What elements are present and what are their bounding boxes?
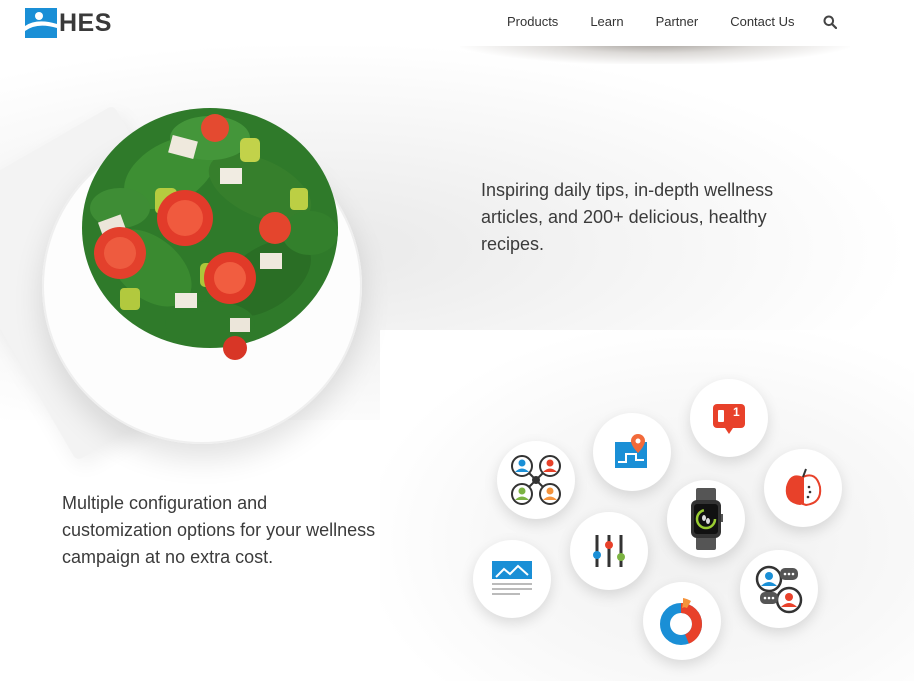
nav-partner[interactable]: Partner — [656, 14, 699, 29]
team-network-icon — [511, 455, 561, 505]
apple-circle — [764, 449, 842, 527]
apple-icon — [785, 468, 822, 507]
smartwatch-circle — [667, 480, 745, 558]
donut-chart-circle — [643, 582, 721, 660]
article-circle — [473, 540, 551, 618]
main-nav: Products Learn Partner Contact Us — [507, 14, 837, 29]
notification-count: 1 — [733, 405, 740, 419]
map-pin-circle — [593, 413, 671, 491]
nav-products[interactable]: Products — [507, 14, 558, 29]
logo-text: HES — [59, 8, 112, 37]
hes-logo[interactable]: HES — [25, 8, 112, 38]
salad-bowl-image — [0, 58, 400, 462]
map-pin-icon — [615, 434, 647, 468]
salad-illustration — [82, 108, 338, 360]
customization-description: Multiple configuration and customization… — [62, 493, 376, 567]
sliders-icon — [593, 535, 625, 567]
logo-mark-icon — [25, 8, 57, 38]
notification-icon — [713, 404, 745, 434]
notification-circle — [690, 379, 768, 457]
team-network-circle — [497, 441, 575, 519]
nav-contact-us[interactable]: Contact Us — [730, 14, 794, 29]
nav-learn[interactable]: Learn — [590, 14, 623, 29]
search-icon[interactable] — [823, 15, 837, 29]
article-icon — [492, 561, 532, 595]
sliders-circle — [570, 512, 648, 590]
site-header: HES Products Learn Partner Contact Us — [0, 0, 914, 46]
tips-description: Inspiring daily tips, in-depth wellness … — [481, 180, 774, 254]
donut-chart-icon — [660, 598, 702, 645]
chat-users-icon — [755, 565, 803, 614]
chat-users-circle — [740, 550, 818, 628]
smartwatch-icon — [691, 488, 723, 550]
